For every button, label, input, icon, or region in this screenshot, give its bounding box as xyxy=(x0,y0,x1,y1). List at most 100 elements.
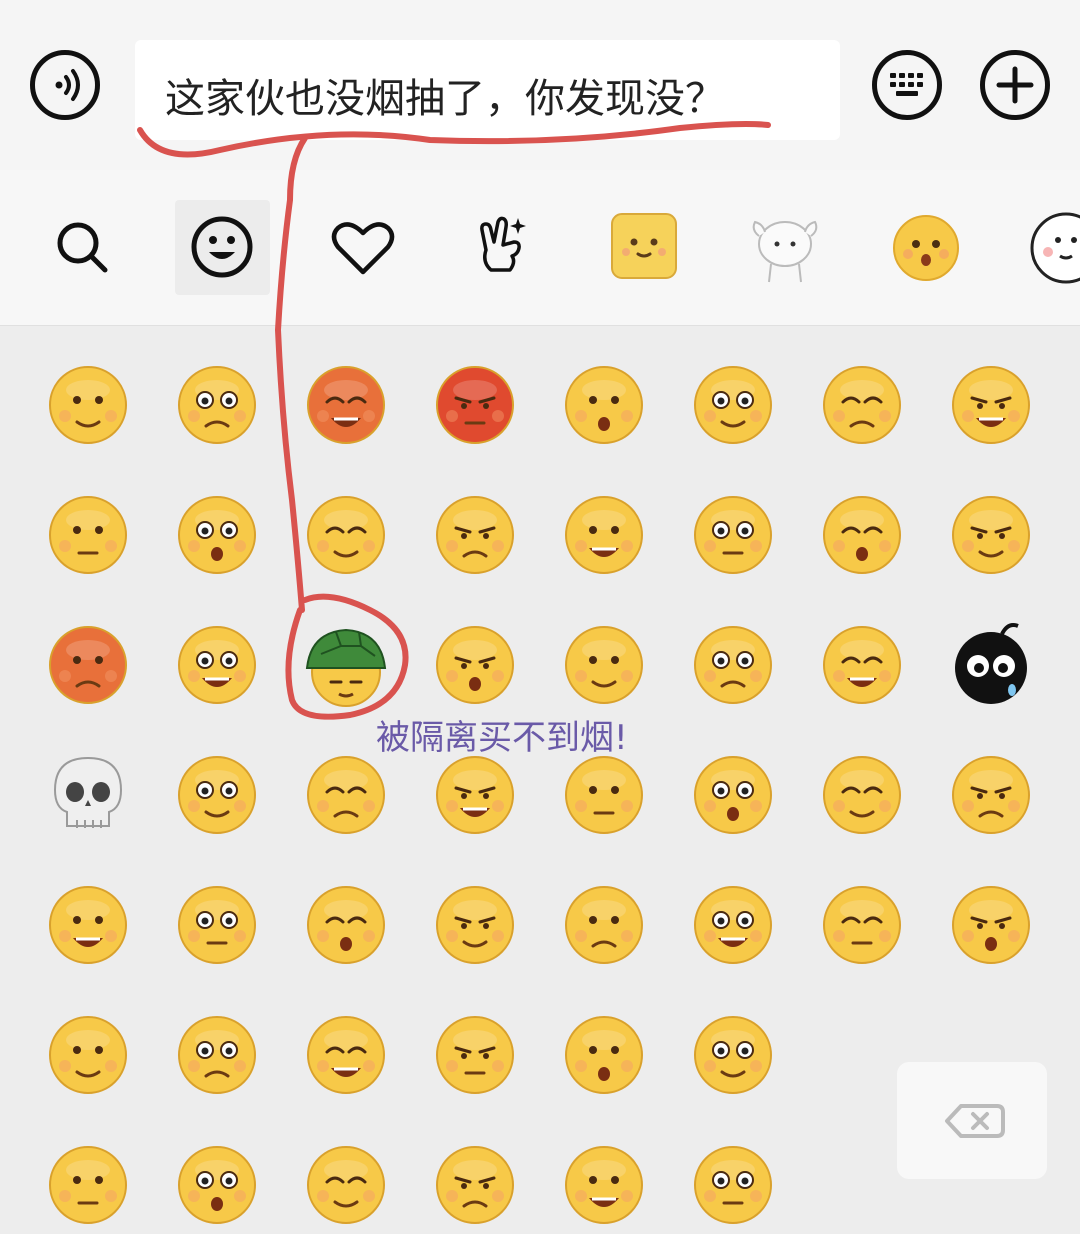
tab-favorites[interactable] xyxy=(316,200,411,295)
emoji-mask[interactable] xyxy=(946,880,1036,970)
emoji-black-bomb[interactable] xyxy=(946,620,1036,710)
heart-icon xyxy=(331,222,395,275)
plus-icon xyxy=(996,66,1034,104)
emoji-sad[interactable] xyxy=(946,360,1036,450)
emoji-thumb-tease[interactable] xyxy=(688,1010,778,1100)
emoji-eating[interactable] xyxy=(430,1140,520,1230)
emoji-disdain-sweat[interactable] xyxy=(430,750,520,840)
emoji-side-eye[interactable] xyxy=(946,490,1036,580)
emoji-laugh-tears[interactable] xyxy=(172,1010,262,1100)
emoji-grimace[interactable] xyxy=(817,750,907,840)
cover-face-face xyxy=(694,756,772,834)
tab-sticker-dog[interactable] xyxy=(737,200,832,295)
tab-sticker-white[interactable] xyxy=(1018,200,1080,295)
emoji-headband[interactable] xyxy=(559,1140,649,1230)
emoji-wink-tongue[interactable] xyxy=(559,360,649,450)
mask-face xyxy=(952,886,1030,964)
emoji-puppy-eyes[interactable] xyxy=(688,880,778,970)
tab-emoji[interactable] xyxy=(175,200,270,295)
crying-face-face xyxy=(307,886,385,964)
headband-face xyxy=(565,1146,643,1224)
emoji-pouting[interactable] xyxy=(172,880,262,970)
emoji-scream[interactable] xyxy=(301,1010,391,1100)
emoji-embarrassed-sweat[interactable] xyxy=(301,360,391,450)
emoji-happy[interactable] xyxy=(172,620,262,710)
delete-button[interactable] xyxy=(897,1062,1047,1179)
worried-face xyxy=(49,496,127,574)
emoji-smirk-kiss[interactable] xyxy=(559,750,649,840)
emoji-annoyed[interactable] xyxy=(559,1010,649,1100)
shush-face xyxy=(694,626,772,704)
emoji-beam[interactable] xyxy=(817,880,907,970)
eating-face xyxy=(436,1146,514,1224)
furious-face xyxy=(436,626,514,704)
message-input[interactable]: 这家伙也没烟抽了，你发现没？ xyxy=(135,40,840,140)
facepalm-face xyxy=(307,756,385,834)
emoji-staring[interactable] xyxy=(688,490,778,580)
emoji-cover-face[interactable] xyxy=(688,750,778,840)
tab-sticker-square[interactable] xyxy=(596,200,691,295)
cartoon-dog-sticker xyxy=(752,220,818,283)
laugh-tears-face xyxy=(178,1016,256,1094)
embarrassed-sweat-face xyxy=(307,366,385,444)
emoji-puzzled[interactable] xyxy=(817,490,907,580)
emoji-hand-chin[interactable] xyxy=(43,1140,133,1230)
voice-icon xyxy=(55,69,80,101)
voice-button[interactable] xyxy=(30,50,100,120)
black-bomb-face xyxy=(955,623,1027,704)
emoji-turtle-helmet[interactable] xyxy=(301,620,391,710)
beam-face xyxy=(823,886,901,964)
emoji-worried[interactable] xyxy=(43,490,133,580)
emoji-shy-smirk[interactable] xyxy=(946,750,1036,840)
yellow-face-sticker xyxy=(893,215,959,281)
pensive-face xyxy=(436,1016,514,1094)
sad-face xyxy=(952,366,1030,444)
emoji-scared-red[interactable] xyxy=(43,620,133,710)
backspace-icon xyxy=(945,1104,1005,1138)
shy-smirk-face xyxy=(952,756,1030,834)
emoji-furious[interactable] xyxy=(430,620,520,710)
scared-red-face xyxy=(49,626,127,704)
emoji-grin-teeth[interactable] xyxy=(688,360,778,450)
emoji-angry[interactable] xyxy=(430,360,520,450)
emoji-question[interactable] xyxy=(559,620,649,710)
more-button[interactable] xyxy=(980,50,1050,120)
emoji-smile-blush[interactable] xyxy=(559,490,649,580)
emoji-cold-sweat[interactable] xyxy=(688,1140,778,1230)
emoji-big-laugh[interactable] xyxy=(172,490,262,580)
emoji-skull[interactable] xyxy=(43,750,133,840)
emoji-cover-mouth[interactable] xyxy=(430,490,520,580)
emoji-pensive[interactable] xyxy=(430,1010,520,1100)
smiley-icon xyxy=(191,216,253,278)
keyboard-button[interactable] xyxy=(872,50,942,120)
emoji-category-tabs xyxy=(0,170,1080,326)
emoji-shush[interactable] xyxy=(688,620,778,710)
emoji-sly-grin[interactable] xyxy=(430,880,520,970)
emoji-surprised[interactable] xyxy=(817,360,907,450)
happy-face xyxy=(178,626,256,704)
sleepy-face xyxy=(49,366,127,444)
emoji-awkward[interactable] xyxy=(43,1010,133,1100)
scream-face xyxy=(307,1016,385,1094)
emoji-bow[interactable] xyxy=(43,880,133,970)
tab-search[interactable] xyxy=(35,200,130,295)
pathetic-sweat-face xyxy=(307,496,385,574)
emoji-kiss[interactable] xyxy=(559,880,649,970)
tab-stickers[interactable] xyxy=(456,200,551,295)
cold-sweat-face xyxy=(694,1146,772,1224)
emoji-peace[interactable] xyxy=(301,1140,391,1230)
emoji-sleepy[interactable] xyxy=(43,360,133,450)
emoji-crying-face[interactable] xyxy=(301,880,391,970)
emoji-blush-smile[interactable] xyxy=(172,1140,262,1230)
surprised-face xyxy=(823,366,901,444)
emoji-frying-pan[interactable] xyxy=(172,750,262,840)
emoji-pathetic-sweat[interactable] xyxy=(301,490,391,580)
awkward-face xyxy=(49,1016,127,1094)
tab-sticker-yellow[interactable] xyxy=(878,200,973,295)
bow-face xyxy=(49,886,127,964)
disdain-sweat-face xyxy=(436,756,514,834)
emoji-laugh-squint[interactable] xyxy=(172,360,262,450)
emoji-facepalm[interactable] xyxy=(301,750,391,840)
annoyed-face xyxy=(565,1016,643,1094)
emoji-dizzy[interactable] xyxy=(817,620,907,710)
